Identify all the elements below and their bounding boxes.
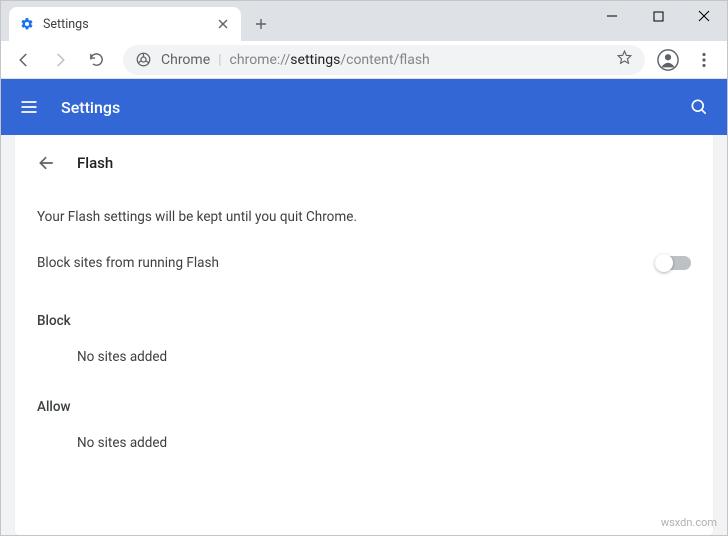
url-scheme: chrome://	[230, 52, 291, 68]
minimize-button[interactable]	[589, 1, 635, 31]
close-icon[interactable]	[215, 16, 231, 32]
settings-title: Settings	[61, 98, 120, 117]
search-icon[interactable]	[689, 97, 709, 117]
url-separator: |	[218, 52, 221, 68]
page-header: Flash	[15, 135, 713, 185]
url-path: /content/flash	[340, 52, 429, 68]
block-flash-toggle-row: Block sites from running Flash	[15, 241, 713, 291]
window-controls	[589, 1, 727, 31]
block-empty-text: No sites added	[15, 337, 713, 377]
url-host: settings	[290, 52, 340, 68]
settings-card: Flash Your Flash settings will be kept u…	[15, 135, 713, 535]
block-section-header: Block	[15, 291, 713, 337]
browser-tabstrip: Settings	[1, 1, 727, 41]
close-window-button[interactable]	[681, 1, 727, 31]
block-flash-toggle[interactable]	[657, 256, 691, 270]
flash-notice-text: Your Flash settings will be kept until y…	[15, 185, 713, 241]
allow-empty-text: No sites added	[15, 423, 713, 463]
maximize-button[interactable]	[635, 1, 681, 31]
page-title: Flash	[77, 154, 113, 172]
menu-button[interactable]	[687, 44, 721, 76]
url-label: Chrome	[161, 52, 210, 68]
forward-button[interactable]	[43, 44, 77, 76]
allow-section-header: Allow	[15, 377, 713, 423]
browser-tab-active[interactable]: Settings	[9, 7, 241, 41]
toggle-label: Block sites from running Flash	[37, 255, 219, 271]
gear-icon	[19, 16, 35, 32]
bookmark-star-icon[interactable]	[616, 49, 633, 70]
content-area: Flash Your Flash settings will be kept u…	[1, 135, 727, 535]
back-button[interactable]	[7, 44, 41, 76]
reload-button[interactable]	[79, 44, 113, 76]
address-bar[interactable]: Chrome | chrome://settings/content/flash	[123, 45, 645, 75]
browser-toolbar: Chrome | chrome://settings/content/flash	[1, 41, 727, 79]
profile-button[interactable]	[651, 44, 685, 76]
watermark: wsxdn.com	[661, 516, 717, 529]
tab-title: Settings	[43, 17, 215, 32]
hamburger-icon[interactable]	[19, 97, 39, 117]
chrome-icon	[135, 52, 151, 68]
new-tab-button[interactable]	[247, 10, 275, 38]
back-arrow-icon[interactable]	[37, 153, 57, 173]
settings-header: Settings	[1, 79, 727, 135]
